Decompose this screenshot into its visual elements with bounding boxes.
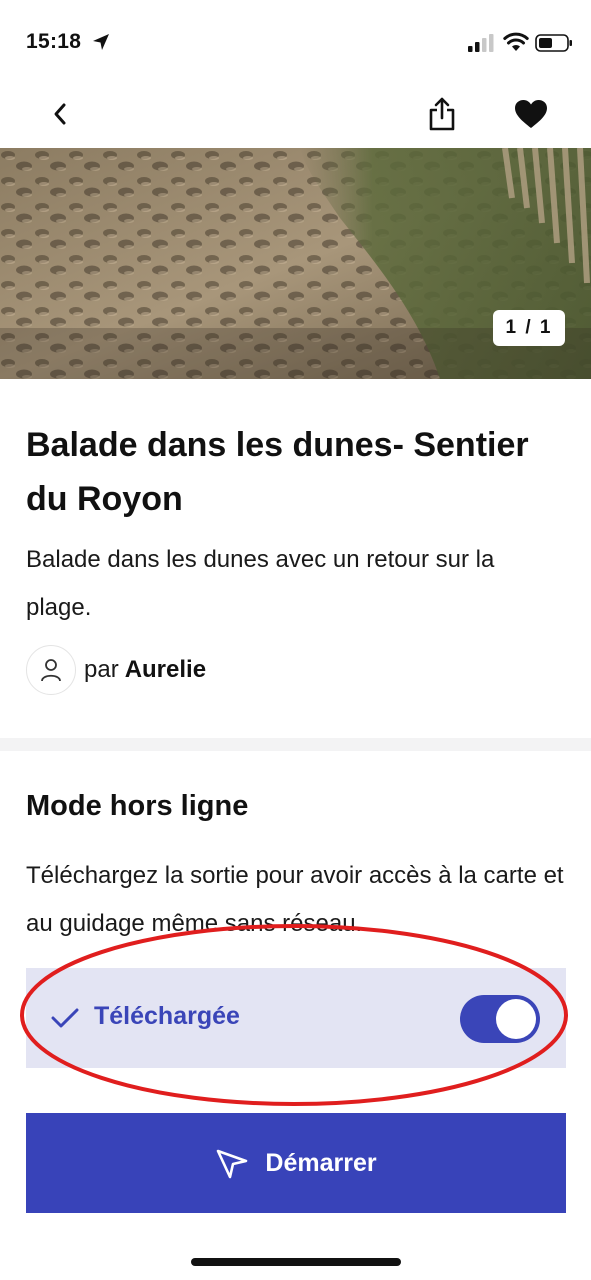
user-icon	[41, 659, 61, 682]
author[interactable]: par Aurelie	[26, 644, 206, 696]
offline-toggle[interactable]	[460, 995, 540, 1043]
author-prefix: par	[84, 656, 119, 683]
share-icon	[429, 97, 455, 131]
location-arrow-icon	[93, 34, 109, 50]
start-label: Démarrer	[265, 1148, 377, 1177]
hero-photo[interactable]: 1 / 1	[0, 148, 591, 379]
walk-title: Balade dans les dunes- Sentier du Royon	[26, 426, 529, 518]
top-navigation	[0, 88, 591, 148]
author-name[interactable]: Aurelie	[125, 656, 206, 684]
download-row[interactable]: Téléchargée	[26, 968, 566, 1068]
wifi-icon	[503, 32, 529, 51]
signal-icon	[468, 34, 494, 52]
favorite-button[interactable]	[512, 96, 550, 132]
photo-counter: 1 / 1	[493, 310, 565, 346]
navigation-arrow-icon	[217, 1149, 248, 1179]
back-button[interactable]	[42, 96, 78, 132]
heart-icon	[515, 100, 547, 128]
section-divider	[0, 738, 591, 751]
chevron-left-icon	[54, 103, 66, 125]
start-button[interactable]: Démarrer	[26, 1113, 566, 1213]
home-indicator[interactable]	[191, 1258, 401, 1266]
status-time: 15:18	[26, 30, 82, 53]
toggle-knob	[496, 999, 536, 1039]
status-bar: 15:18	[0, 0, 591, 88]
walk-description: Balade dans les dunes avec un retour sur…	[26, 546, 495, 621]
share-button[interactable]	[424, 94, 460, 134]
check-icon	[51, 1008, 79, 1028]
downloaded-label: Téléchargée	[94, 1002, 240, 1030]
battery-icon	[535, 34, 572, 52]
offline-section-title: Mode hors ligne	[26, 790, 249, 822]
offline-section-description: Téléchargez la sortie pour avoir accès à…	[26, 862, 564, 937]
avatar	[26, 645, 76, 695]
